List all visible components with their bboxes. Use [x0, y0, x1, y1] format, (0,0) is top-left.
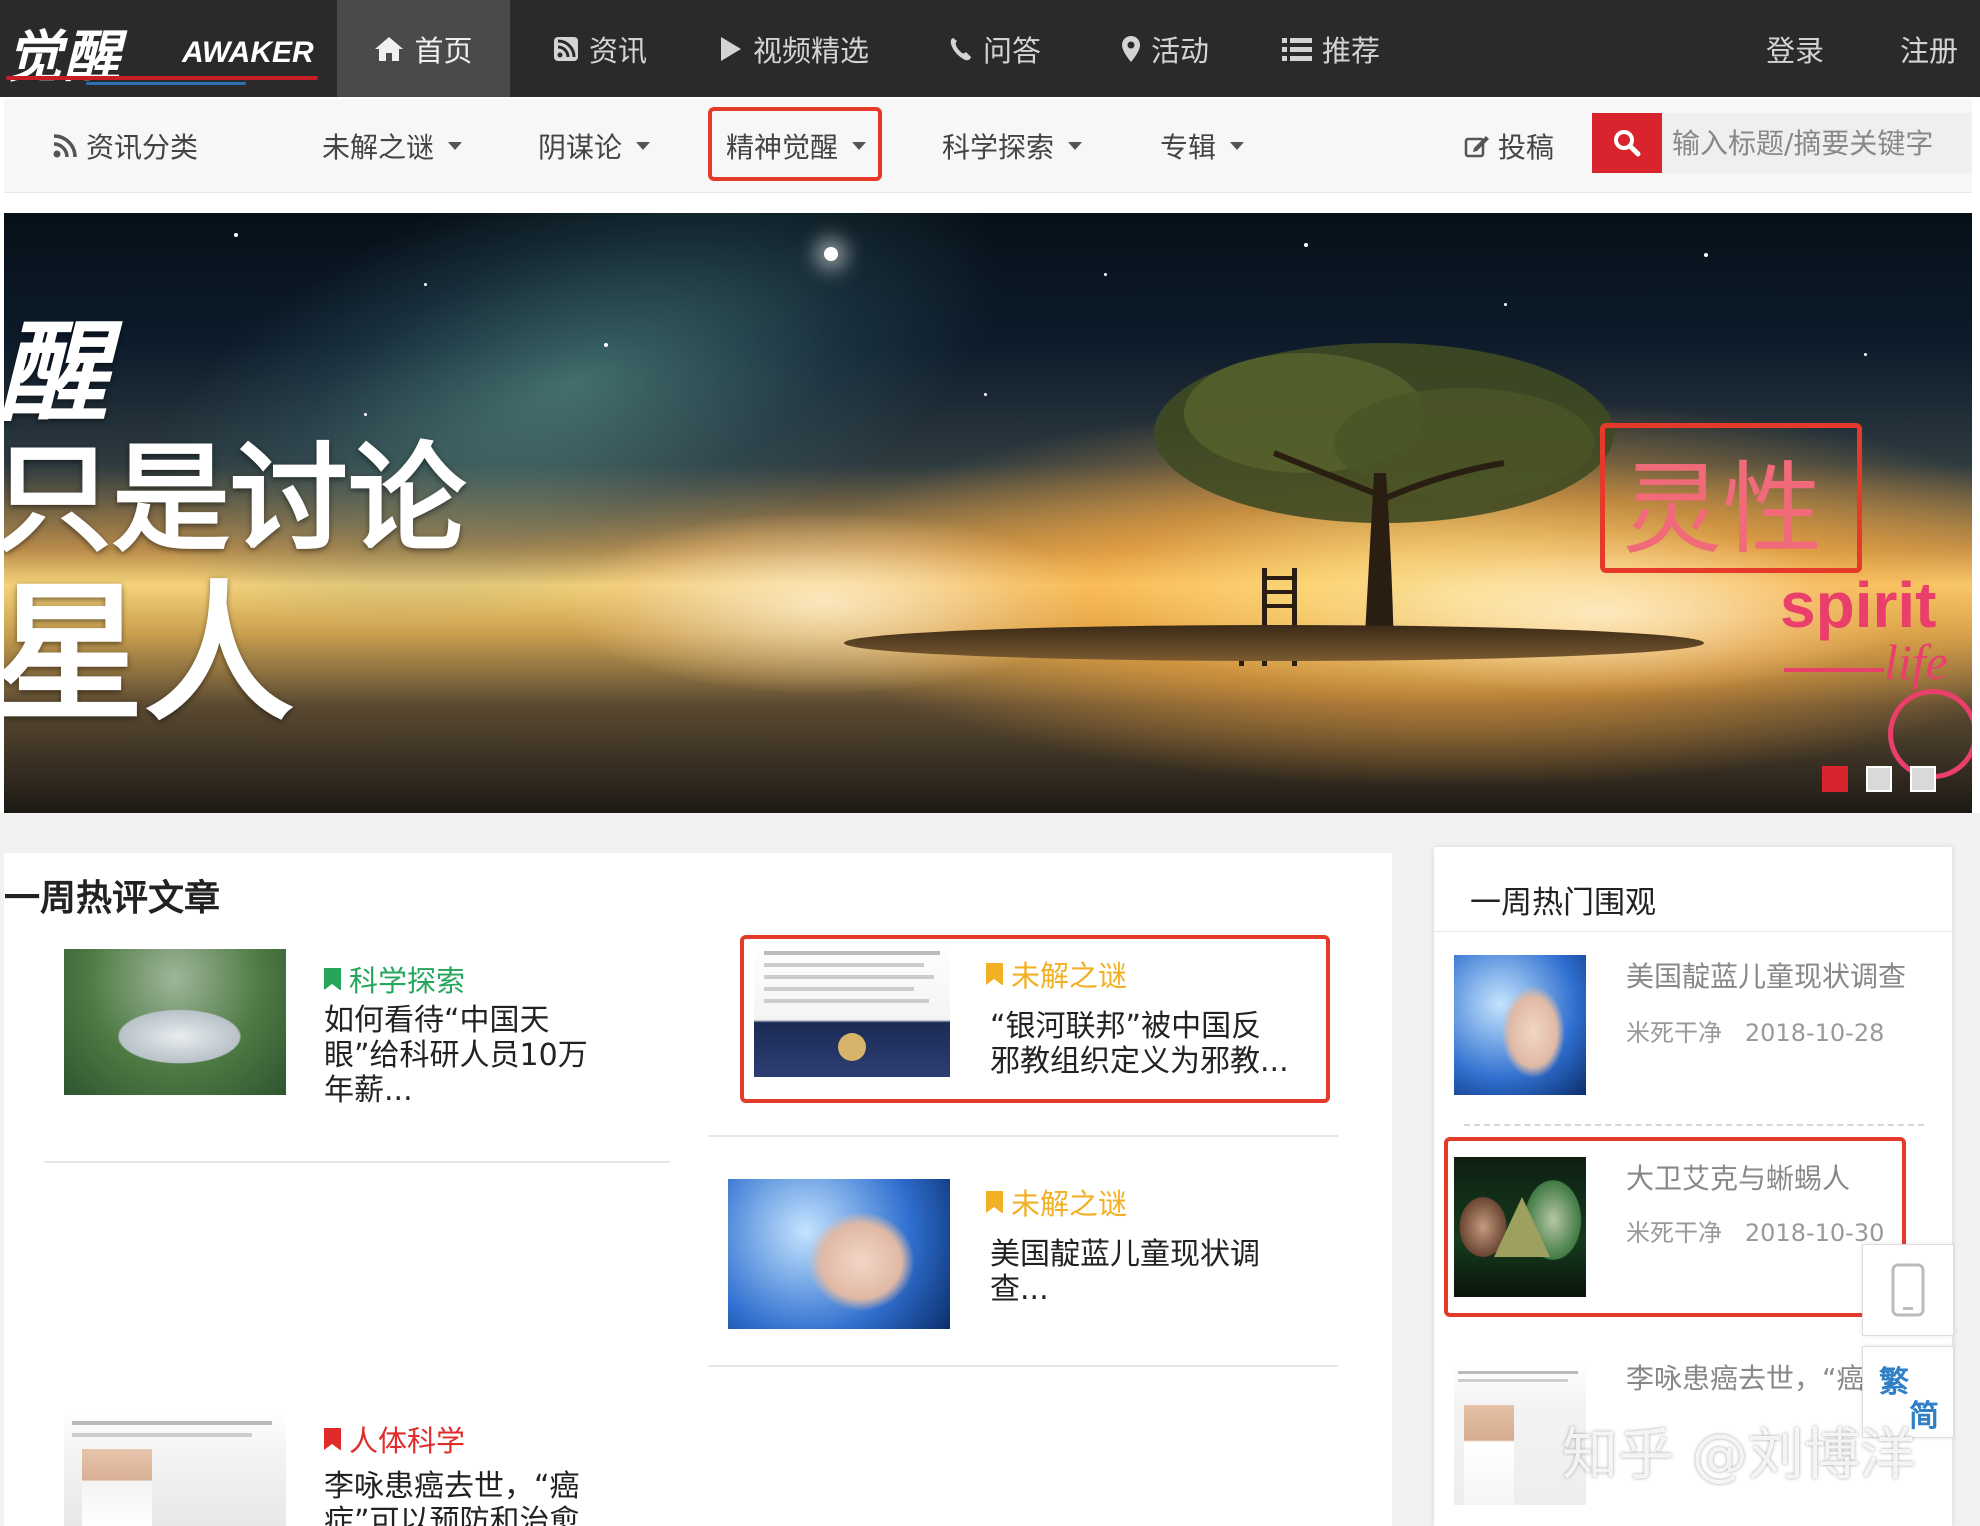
side-item-meta: 米死干净 2018-10-28: [1626, 1013, 1884, 1048]
chevron-down-icon: [1068, 142, 1083, 150]
side-item-title[interactable]: 美国靛蓝儿童现状调查: [1626, 955, 1906, 995]
home-icon: [375, 36, 404, 61]
article-category[interactable]: 未解之谜: [986, 1181, 1127, 1223]
subnav-science[interactable]: 科学探索: [942, 99, 1083, 193]
edit-icon: [1464, 136, 1489, 158]
nav-recommend[interactable]: 推荐: [1275, 0, 1387, 97]
nav-videos-label: 视频精选: [752, 33, 869, 68]
logo-en: AWAKER: [182, 36, 314, 69]
article-thumbnail[interactable]: [64, 1413, 286, 1526]
nav-qa[interactable]: 问答: [940, 0, 1050, 97]
nav-events-label: 活动: [1150, 33, 1209, 68]
side-item-author: 米死干净: [1626, 1019, 1722, 1047]
article-title[interactable]: 李咏患癌去世，“癌 症”可以预防和治愈: [324, 1469, 664, 1526]
search-input[interactable]: [1662, 113, 1972, 173]
mobile-qr-button[interactable]: [1862, 1244, 1954, 1336]
chevron-down-icon: [1230, 142, 1245, 150]
search-icon: [1614, 130, 1641, 157]
bookmark-icon: [324, 968, 341, 990]
hot-comment-section: 一周热评文章 科学探索 如何看待“中国天 眼”给科研人员10万 年薪... 未解…: [4, 853, 1392, 1526]
news-category-label[interactable]: 资讯分类: [52, 99, 198, 193]
tree-illustration: [1154, 343, 1614, 653]
bookmark-icon: [324, 1428, 341, 1450]
highlight-annotation: [708, 107, 882, 181]
nav-news-label: 资讯: [588, 33, 647, 68]
slide-dot-2[interactable]: [1866, 766, 1892, 792]
subnav-unsolved[interactable]: 未解之谜: [322, 99, 463, 193]
nav-news[interactable]: 资讯: [540, 0, 660, 97]
nav-videos[interactable]: 视频精选: [714, 0, 874, 97]
chevron-down-icon: [636, 142, 651, 150]
section-title: 一周热评文章: [4, 878, 221, 919]
highlight-annotation: [1444, 1137, 1906, 1317]
mobile-icon: [1891, 1263, 1925, 1317]
spirit-life: life: [1884, 634, 1948, 690]
hero-banner[interactable]: 醒 只是讨论 星人 灵性 spirit life: [4, 213, 1972, 813]
logo-cn: 觉醒: [6, 24, 122, 90]
banner-text-3: 星人: [4, 568, 295, 742]
trad-label: 繁: [1879, 1365, 1909, 1400]
rss-icon: [53, 134, 77, 158]
nav-home[interactable]: 首页: [337, 0, 510, 97]
article-thumbnail[interactable]: [64, 949, 286, 1095]
highlight-annotation: [740, 935, 1330, 1103]
map-pin-icon: [1121, 35, 1140, 62]
article-title[interactable]: 如何看待“中国天 眼”给科研人员10万 年薪...: [324, 1003, 644, 1108]
category-bar: 资讯分类 未解之谜 阴谋论 精神觉醒 科学探索 专辑 投稿: [4, 99, 1972, 193]
spirit-en: spirit: [1780, 569, 1937, 641]
top-navbar: 觉醒 AWAKER 首页 资讯 视频精选 问答 活动 推荐 登录 注册: [0, 0, 1980, 97]
phone-icon: [950, 37, 971, 60]
side-item-date: 2018-10-28: [1744, 1019, 1885, 1047]
spirit-cn: 灵性: [1622, 451, 1822, 568]
article-thumbnail[interactable]: [728, 1179, 950, 1329]
nav-qa-label: 问答: [982, 33, 1041, 68]
zhihu-watermark: 知乎 @刘博洋: [1562, 1423, 1916, 1488]
rss-icon: [553, 36, 578, 61]
play-icon: [720, 36, 741, 61]
article-category[interactable]: 人体科学: [324, 1418, 465, 1460]
chevron-down-icon: [448, 142, 463, 150]
side-thumbnail[interactable]: [1454, 955, 1586, 1095]
register-link[interactable]: 注册: [1886, 0, 1972, 97]
article-category[interactable]: 科学探索: [324, 958, 465, 1000]
article-title[interactable]: 美国靛蓝儿童现状调 查...: [990, 1237, 1330, 1307]
list-icon: [1281, 37, 1312, 61]
submit-button[interactable]: 投稿: [1464, 99, 1554, 193]
subnav-album[interactable]: 专辑: [1160, 99, 1245, 193]
nav-events[interactable]: 活动: [1110, 0, 1220, 97]
nav-home-label: 首页: [414, 33, 473, 68]
site-logo[interactable]: 觉醒 AWAKER: [6, 16, 324, 90]
search-button[interactable]: [1592, 113, 1662, 173]
bookmark-icon: [986, 1191, 1003, 1213]
nav-recommend-label: 推荐: [1321, 33, 1380, 68]
subnav-conspiracy[interactable]: 阴谋论: [538, 99, 651, 193]
login-link[interactable]: 登录: [1752, 0, 1838, 97]
slide-dot-1[interactable]: [1822, 766, 1848, 792]
side-title: 一周热门围观: [1470, 885, 1656, 921]
slide-dot-3[interactable]: [1910, 766, 1936, 792]
